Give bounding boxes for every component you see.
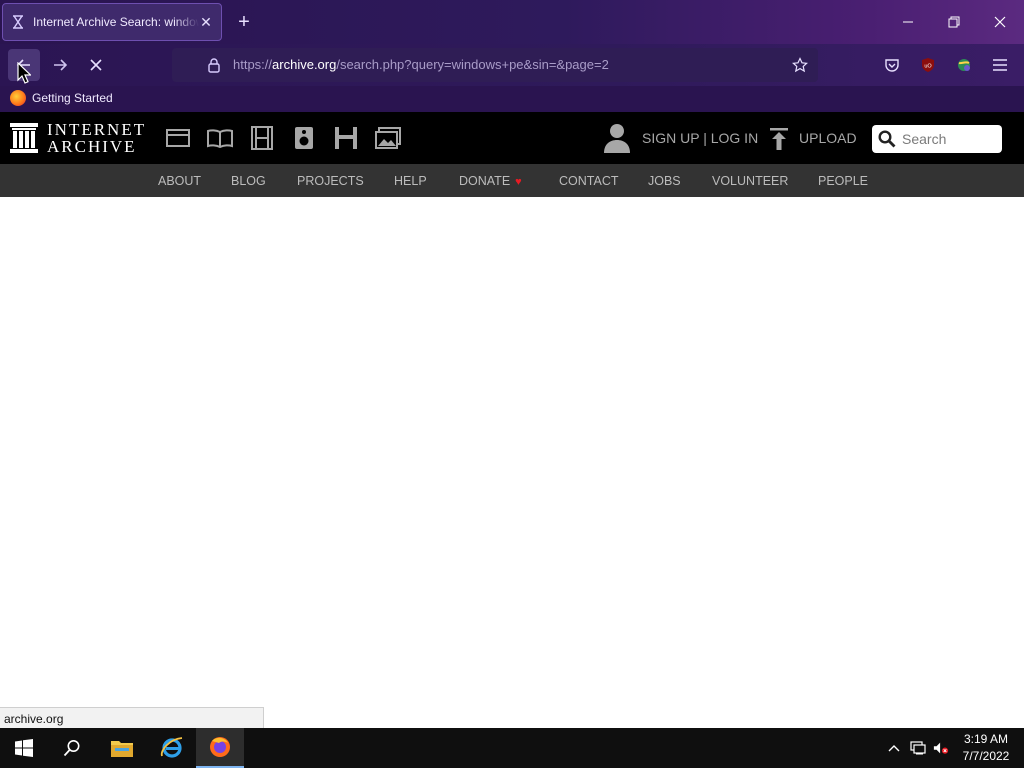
page-content	[0, 197, 1024, 728]
network-icon[interactable]	[910, 740, 926, 756]
chevron-up-icon[interactable]	[886, 740, 902, 756]
video-icon[interactable]	[249, 125, 275, 151]
browser-title-bar: Internet Archive Search: windows+pe ✕ +	[0, 0, 1024, 44]
internet-explorer-button[interactable]	[148, 728, 196, 768]
forward-arrow-icon	[54, 59, 68, 71]
heart-icon: ♥	[515, 176, 522, 188]
search-icon[interactable]	[878, 130, 896, 148]
start-button[interactable]	[0, 728, 48, 768]
windows-taskbar: 3:19 AM 7/7/2022	[0, 728, 1024, 768]
extension-globe-icon[interactable]	[956, 57, 972, 73]
internet-explorer-icon	[160, 737, 183, 758]
upload-icon[interactable]	[770, 128, 788, 150]
texts-icon[interactable]	[207, 125, 233, 151]
audio-icon[interactable]	[291, 125, 317, 151]
volume-muted-icon[interactable]	[933, 740, 949, 756]
ia-search-input[interactable]	[902, 131, 998, 147]
clock-date: 7/7/2022	[962, 749, 1010, 763]
nav-projects[interactable]: PROJECTS	[297, 174, 364, 188]
nav-people[interactable]: PEOPLE	[818, 174, 868, 188]
images-icon[interactable]	[375, 125, 401, 151]
minimize-button[interactable]	[898, 12, 918, 32]
firefox-icon	[10, 90, 26, 106]
browser-toolbar: https://archive.org/search.php?query=win…	[0, 44, 1024, 86]
url-host: archive.org	[272, 57, 337, 72]
tab-title: Internet Archive Search: windows+pe	[33, 15, 199, 29]
signup-login-link[interactable]: SIGN UP | LOG IN	[642, 130, 758, 146]
ia-logo[interactable]: INTERNET ARCHIVE	[9, 121, 149, 155]
address-bar[interactable]: https://archive.org/search.php?query=win…	[172, 48, 818, 82]
stop-loading-button[interactable]	[80, 49, 112, 81]
logo-line-archive: ARCHIVE	[47, 137, 137, 156]
taskbar-search-button[interactable]	[48, 728, 96, 768]
svg-text:uO: uO	[924, 64, 932, 70]
ia-top-nav: ABOUT BLOG PROJECTS HELP DONATE ♥ CONTACT…	[0, 164, 1024, 197]
close-window-button[interactable]	[990, 12, 1010, 32]
nav-blog[interactable]: BLOG	[231, 174, 266, 188]
ia-header: INTERNET ARCHIVE SIGN UP | LOG IN UPLOAD	[0, 112, 1024, 164]
new-tab-button[interactable]: +	[234, 12, 254, 32]
firefox-taskbar-button[interactable]	[196, 728, 244, 768]
url-prefix: https://	[233, 57, 273, 72]
firefox-icon	[210, 737, 230, 757]
file-explorer-button[interactable]	[98, 728, 146, 768]
browser-status-bar: archive.org	[0, 707, 264, 728]
mouse-cursor-icon	[17, 62, 31, 84]
web-icon[interactable]	[165, 125, 191, 151]
nav-donate: DONATE	[459, 174, 511, 188]
system-clock[interactable]: 3:19 AM 7/7/2022	[952, 731, 1020, 765]
archive-favicon-icon	[11, 15, 25, 29]
bookmarks-toolbar: Getting Started	[0, 86, 1024, 112]
nav-contact[interactable]: CONTACT	[559, 174, 619, 188]
lock-icon[interactable]	[206, 57, 222, 73]
bookmark-getting-started[interactable]: Getting Started	[10, 90, 113, 106]
pocket-icon[interactable]	[884, 57, 900, 73]
search-icon	[63, 740, 80, 757]
ublock-origin-icon[interactable]: uO	[920, 57, 936, 73]
user-avatar-icon[interactable]	[603, 122, 631, 154]
file-explorer-icon	[111, 741, 133, 757]
stop-icon	[90, 59, 102, 71]
nav-help[interactable]: HELP	[394, 174, 427, 188]
bookmark-star-icon[interactable]	[792, 57, 808, 73]
nav-donate-item[interactable]: DONATE ♥	[459, 174, 522, 188]
nav-about[interactable]: ABOUT	[158, 174, 201, 188]
archive-temple-icon	[10, 123, 38, 153]
tab-close-icon[interactable]: ✕	[199, 15, 213, 29]
bookmark-label: Getting Started	[32, 91, 113, 105]
software-icon[interactable]	[333, 125, 359, 151]
clock-time: 3:19 AM	[963, 732, 1009, 746]
url-text[interactable]: https://archive.org/search.php?query=win…	[233, 57, 609, 72]
logo-line-internet: INTERNET	[47, 120, 147, 139]
menu-hamburger-icon[interactable]	[992, 57, 1008, 73]
url-path: /search.php?query=windows+pe&sin=&page=2	[336, 57, 609, 72]
browser-tab[interactable]: Internet Archive Search: windows+pe ✕	[2, 3, 222, 41]
windows-start-icon	[15, 739, 33, 757]
forward-button[interactable]	[44, 49, 76, 81]
nav-jobs[interactable]: JOBS	[648, 174, 681, 188]
restore-button[interactable]	[944, 12, 964, 32]
ia-search-box[interactable]	[872, 125, 1002, 153]
upload-link[interactable]: UPLOAD	[799, 130, 857, 146]
nav-volunteer[interactable]: VOLUNTEER	[712, 174, 788, 188]
